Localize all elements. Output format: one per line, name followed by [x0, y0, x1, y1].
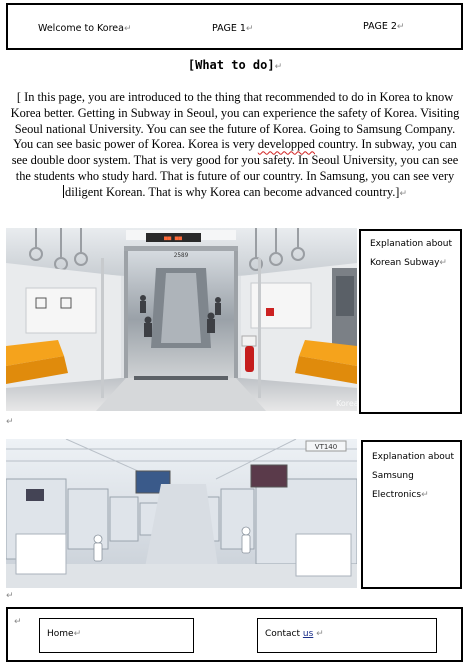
paragraph-mark: ↵: [245, 24, 254, 34]
footer-nav: ↵ Home↵ Contact us ↵: [6, 607, 463, 662]
nav-page-1-label: PAGE 1: [212, 23, 246, 34]
subway-explanation-text: Explanation about Korean Subway↵: [370, 235, 452, 273]
paragraph-mark: ↵: [399, 188, 407, 199]
paragraph-mark: ↵: [73, 629, 82, 639]
fab-sign: VT140: [315, 443, 337, 451]
text-cursor: [63, 184, 65, 198]
subway-explanation-line-2: Korean Subway: [370, 258, 440, 268]
spellcheck-word: developped: [257, 137, 315, 152]
nav-welcome[interactable]: Welcome to Korea↵: [38, 23, 132, 34]
section-title: [What to do]↵: [0, 58, 470, 72]
home-link-box[interactable]: Home↵: [39, 618, 194, 653]
paragraph-mark: ↵: [14, 617, 22, 627]
samsung-explanation-line-1: Explanation about: [372, 452, 455, 462]
paragraph-mark: ↵: [6, 591, 14, 601]
subway-illustration: ■■ ■■ 2589 Korea: [6, 228, 357, 411]
samsung-explanation-box: Explanation about Samsung Electronics↵: [361, 440, 462, 589]
contact-link-box[interactable]: Contact us ↵: [257, 618, 437, 653]
paragraph-mark: ↵: [316, 629, 324, 639]
samsung-illustration: VT140: [6, 439, 357, 588]
contact-link[interactable]: Contact us ↵: [265, 629, 324, 639]
section-title-text: [What to do]: [187, 58, 275, 72]
subway-explanation-box: Explanation about Korean Subway↵: [359, 229, 462, 414]
photo-watermark: Korea: [336, 399, 357, 408]
subway-explanation-line-1: Explanation about: [370, 239, 453, 249]
samsung-explanation-line-3: Electronics: [372, 490, 422, 500]
paragraph-mark: ↵: [439, 258, 447, 268]
contact-us-word[interactable]: us: [303, 629, 313, 639]
intro-text-3: diligent Korean. That is why Korea can b…: [65, 184, 400, 199]
header-nav: Welcome to Korea↵ PAGE 1↵ PAGE 2↵: [6, 3, 463, 50]
paragraph-mark: ↵: [396, 22, 405, 32]
samsung-explanation-line-2: Samsung: [372, 471, 414, 481]
paragraph-mark: ↵: [6, 417, 14, 427]
subway-car-number: 2589: [174, 252, 189, 259]
home-link[interactable]: Home↵: [47, 629, 81, 639]
svg-text:■■ ■■: ■■ ■■: [164, 235, 182, 242]
samsung-photo: VT140: [6, 439, 357, 588]
paragraph-mark: ↵: [421, 490, 429, 500]
nav-page-2-label: PAGE 2: [363, 21, 397, 32]
samsung-explanation-text: Explanation about Samsung Electronics↵: [372, 448, 454, 505]
nav-page-2[interactable]: PAGE 2↵: [363, 21, 404, 32]
nav-welcome-label: Welcome to Korea: [38, 23, 124, 34]
home-link-label: Home: [47, 629, 74, 639]
intro-paragraph: [ In this page, you are introduced to th…: [6, 90, 464, 203]
nav-page-1[interactable]: PAGE 1↵: [212, 23, 253, 34]
paragraph-mark: ↵: [123, 24, 132, 34]
subway-photo: ■■ ■■ 2589 Korea: [6, 228, 357, 411]
contact-link-label: Contact: [265, 629, 301, 639]
paragraph-mark: ↵: [274, 62, 283, 72]
